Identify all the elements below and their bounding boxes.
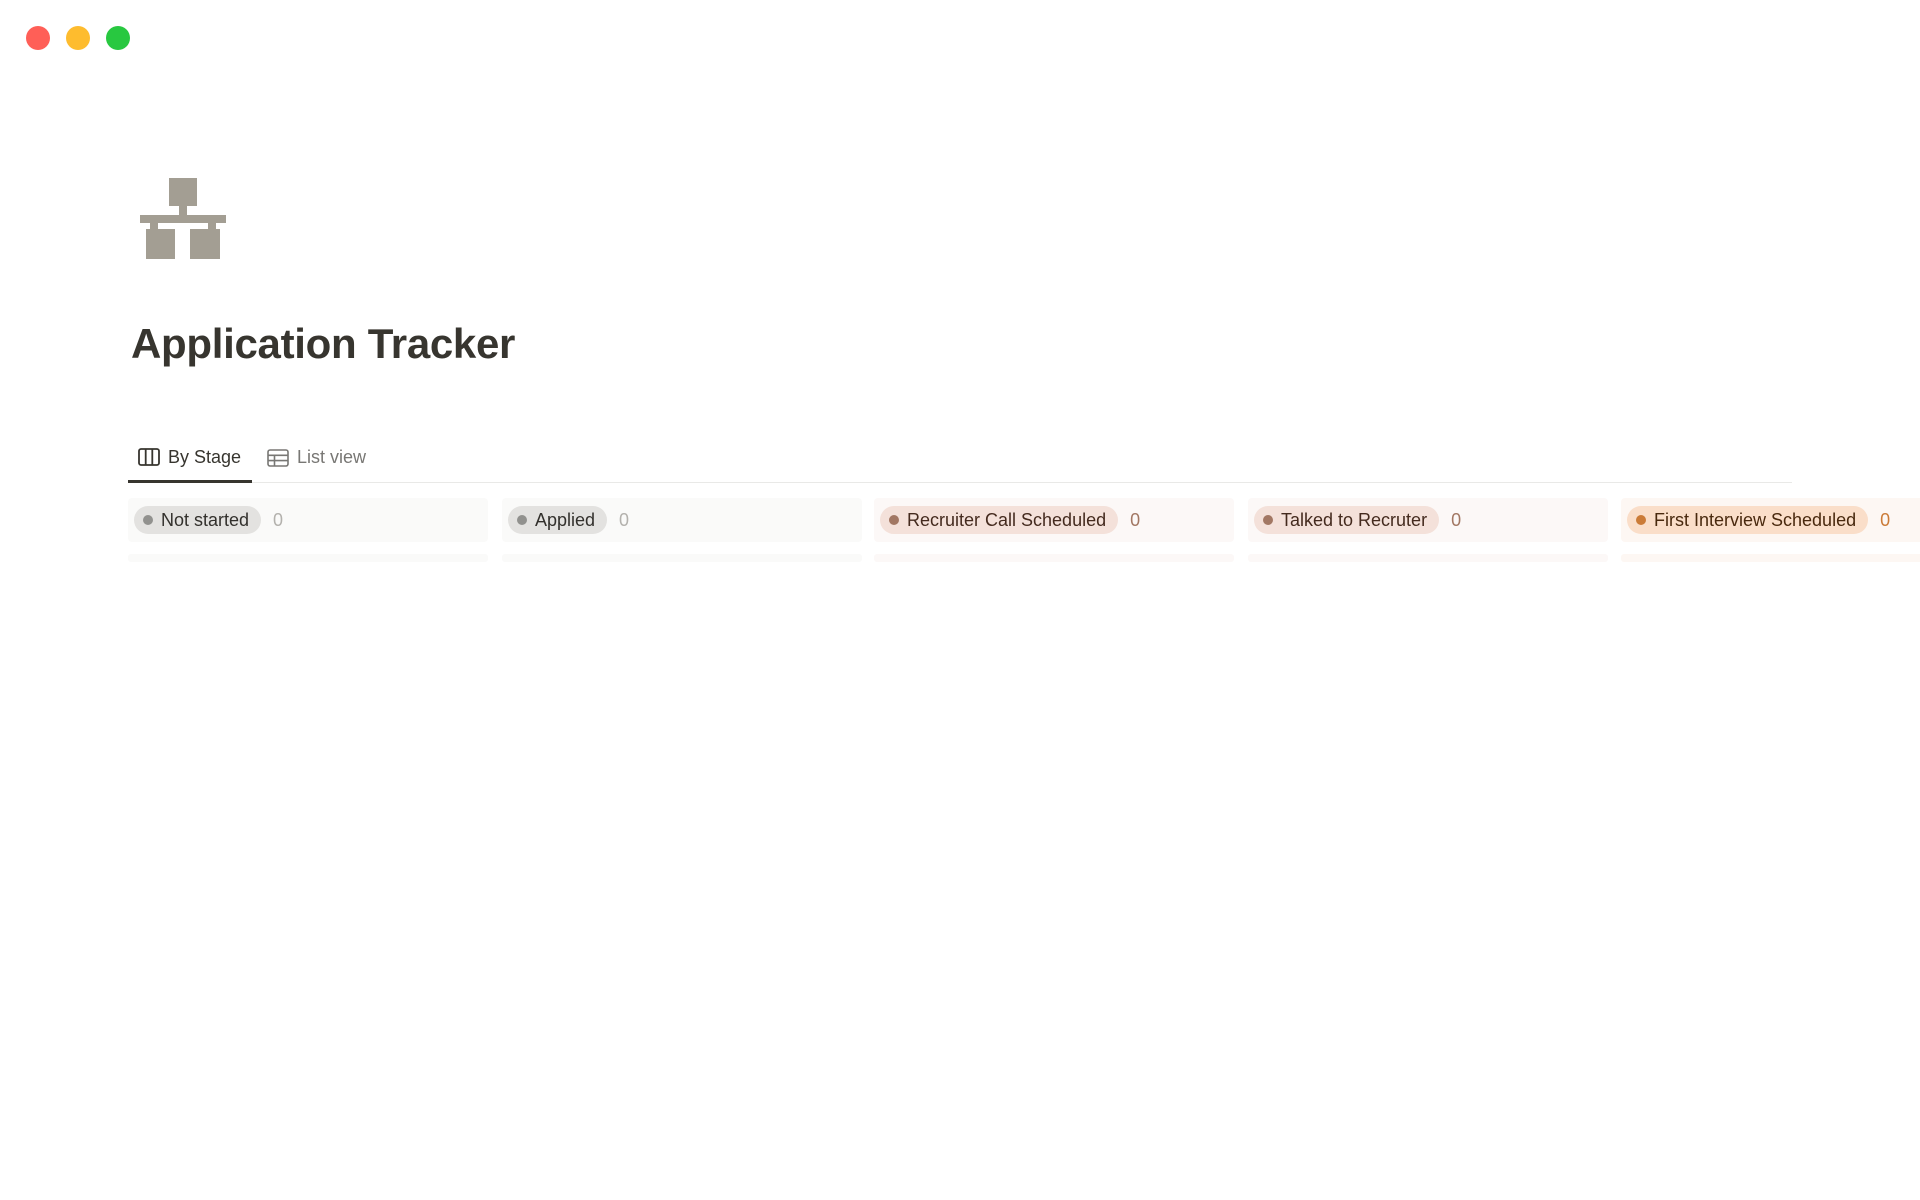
card-count: 0 — [273, 509, 284, 530]
column-header[interactable]: Not started 0 — [128, 498, 488, 542]
tab-label: List view — [297, 447, 367, 467]
column-footer — [128, 554, 488, 562]
column-footer — [874, 554, 1234, 562]
board-column-first-interview-scheduled: First Interview Scheduled 0 — [1621, 498, 1920, 564]
tab-label: By Stage — [168, 446, 242, 467]
column-header[interactable]: Applied 0 — [502, 498, 862, 542]
status-label: Not started — [161, 509, 250, 530]
view-tabs: By Stage List view — [128, 434, 1792, 483]
zoom-button[interactable] — [106, 26, 130, 50]
status-dot-icon — [143, 515, 153, 525]
column-footer — [1248, 554, 1608, 562]
status-label: Applied — [535, 509, 596, 530]
status-pill[interactable]: Recruiter Call Scheduled — [880, 506, 1119, 534]
page-title: Application Tracker — [131, 320, 516, 367]
board-column-not-started: Not started 0 — [128, 498, 488, 564]
status-dot-icon — [889, 515, 899, 525]
window-controls — [26, 26, 130, 50]
board-column-recruiter-call-scheduled: Recruiter Call Scheduled 0 — [874, 498, 1234, 564]
minimize-button[interactable] — [66, 26, 90, 50]
column-header[interactable]: Recruiter Call Scheduled 0 — [874, 498, 1234, 542]
card-count: 0 — [619, 509, 630, 530]
status-pill[interactable]: Not started — [134, 506, 262, 534]
card-count: 0 — [1451, 509, 1462, 530]
column-footer — [502, 554, 862, 562]
status-pill[interactable]: Applied — [508, 506, 608, 534]
status-label: Talked to Recruter — [1281, 509, 1428, 530]
status-label: First Interview Scheduled — [1654, 509, 1857, 530]
sitemap-icon[interactable] — [140, 178, 226, 262]
board-icon — [138, 448, 160, 466]
close-button[interactable] — [26, 26, 50, 50]
board-column-talked-to-recruter: Talked to Recruter 0 — [1248, 498, 1608, 564]
status-dot-icon — [517, 515, 527, 525]
column-footer — [1621, 554, 1920, 562]
card-count: 0 — [1880, 509, 1891, 530]
tab-by-stage[interactable]: By Stage — [128, 434, 253, 483]
column-header[interactable]: Talked to Recruter 0 — [1248, 498, 1608, 542]
board-column-applied: Applied 0 — [502, 498, 862, 564]
card-count: 0 — [1130, 509, 1141, 530]
column-header[interactable]: First Interview Scheduled 0 — [1621, 498, 1920, 542]
kanban-board: Not started 0 Applied 0 Recruiter Call S… — [128, 498, 1920, 568]
table-icon — [267, 448, 289, 467]
tab-list-view[interactable]: List view — [267, 434, 366, 481]
status-pill[interactable]: First Interview Scheduled — [1627, 506, 1869, 534]
status-dot-icon — [1263, 515, 1273, 525]
status-pill[interactable]: Talked to Recruter — [1254, 506, 1440, 534]
status-dot-icon — [1636, 515, 1646, 525]
app-window: Application Tracker By Stage List view N… — [0, 0, 1920, 1200]
status-label: Recruiter Call Scheduled — [907, 509, 1107, 530]
